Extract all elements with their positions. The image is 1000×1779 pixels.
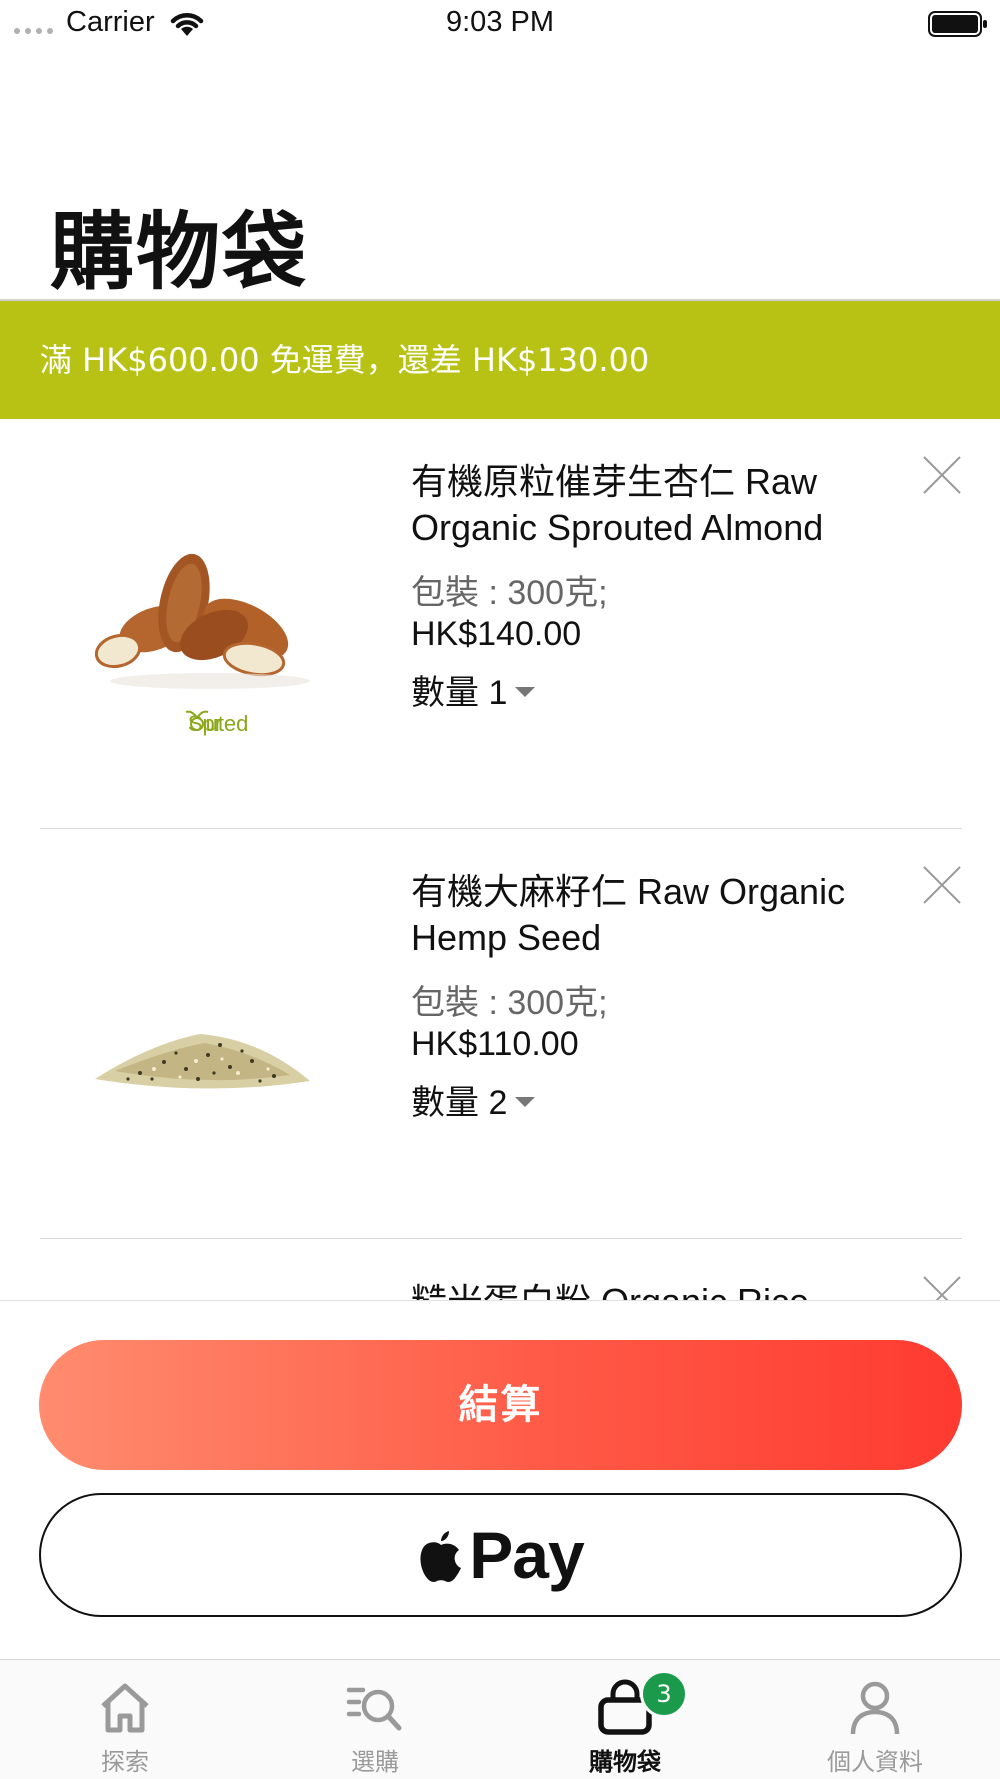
tab-shopping-bag[interactable]: 3 購物袋	[500, 1660, 750, 1779]
tab-bar: 探索 選購 3 購物袋 個人資料	[0, 1659, 1000, 1779]
status-time: 9:03 PM	[446, 6, 554, 38]
product-image-almond[interactable]: Spr uted	[80, 419, 330, 829]
free-shipping-banner: 滿 HK$600.00 免運費，還差 HK$130.00	[0, 301, 1000, 419]
home-icon	[101, 1683, 149, 1733]
quantity-selector[interactable]: 數量 1	[411, 665, 536, 714]
battery-icon	[928, 11, 987, 37]
product-price: HK$110.00	[411, 1025, 579, 1063]
cart-item[interactable]: Spr uted 有機原粒催芽生杏仁 Raw Organic Sprouted …	[0, 419, 1000, 829]
product-name[interactable]: 有機原粒催芽生杏仁 Raw Organic Sprouted Almond	[411, 459, 891, 551]
tab-label: 選購	[351, 1748, 399, 1776]
close-icon[interactable]	[920, 453, 964, 497]
quantity-label: 數量 1	[411, 674, 508, 712]
chevron-down-icon	[515, 686, 536, 697]
tab-explore[interactable]: 探索	[0, 1660, 250, 1779]
apple-logo-icon	[420, 1531, 462, 1582]
checkout-button[interactable]: 結算	[39, 1340, 962, 1470]
product-name[interactable]: 糙米蛋白粉 Organic Rice	[411, 1279, 891, 1300]
product-package: 包裝 : 300克;	[411, 574, 608, 612]
person-icon	[850, 1681, 900, 1735]
search-list-icon	[346, 1687, 402, 1731]
tab-label: 探索	[101, 1748, 149, 1776]
apple-pay-label: Pay	[469, 1518, 584, 1592]
cart-list[interactable]: Spr uted 有機原粒催芽生杏仁 Raw Organic Sprouted …	[0, 419, 1000, 1300]
list-bottom-border	[0, 1300, 1000, 1301]
quantity-label: 數量 2	[411, 1084, 508, 1122]
page-title: 購物袋	[50, 203, 309, 301]
close-icon[interactable]	[920, 1273, 964, 1300]
apple-pay-button[interactable]: Pay	[39, 1493, 962, 1617]
chevron-down-icon	[515, 1096, 536, 1107]
svg-text:uted: uted	[206, 711, 249, 736]
quantity-selector[interactable]: 數量 2	[411, 1075, 536, 1124]
cart-count-badge: 3	[640, 1670, 688, 1718]
product-package: 包裝 : 300克;	[411, 984, 608, 1022]
status-bar: Carrier 9:03 PM	[0, 0, 1000, 50]
product-price: HK$140.00	[411, 615, 582, 653]
cart-item[interactable]: 有機大麻籽仁 Raw Organic Hemp Seed 包裝 : 300克; …	[0, 829, 1000, 1239]
close-icon[interactable]	[920, 863, 964, 907]
product-image-hemp-seed[interactable]	[80, 829, 330, 1239]
cart-item[interactable]: 糙米蛋白粉 Organic Rice	[0, 1239, 1000, 1300]
tab-shop[interactable]: 選購	[250, 1660, 500, 1779]
tab-label: 購物袋	[589, 1748, 661, 1776]
product-name[interactable]: 有機大麻籽仁 Raw Organic Hemp Seed	[411, 869, 891, 961]
tab-label: 個人資料	[827, 1748, 923, 1776]
tab-profile[interactable]: 個人資料	[750, 1660, 1000, 1779]
